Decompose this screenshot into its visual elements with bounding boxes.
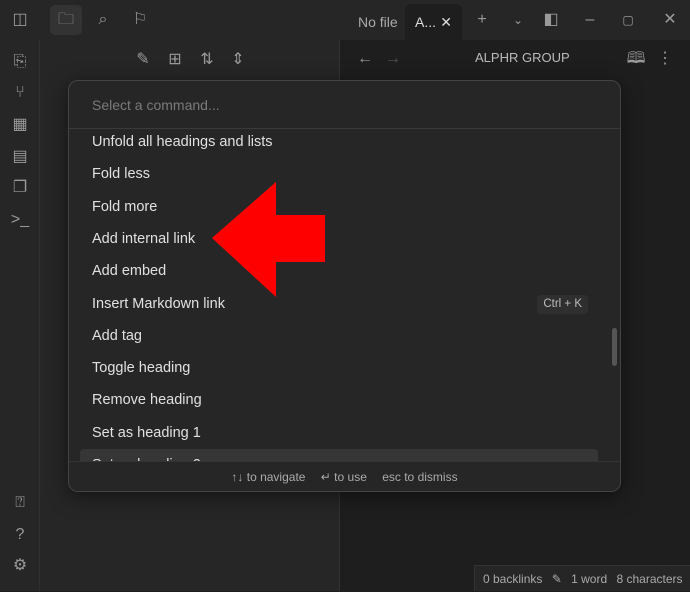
status-bar: 0 backlinks ✎ 1 word 8 characters (474, 565, 690, 591)
word-count: 1 word (571, 572, 608, 586)
backlinks-count[interactable]: 0 backlinks (483, 572, 542, 586)
edit-mode-icon[interactable]: ✎ (552, 572, 562, 586)
red-arrow-annotation (212, 182, 325, 297)
character-count: 8 characters (616, 572, 683, 586)
red-arrow-icon (212, 182, 325, 297)
